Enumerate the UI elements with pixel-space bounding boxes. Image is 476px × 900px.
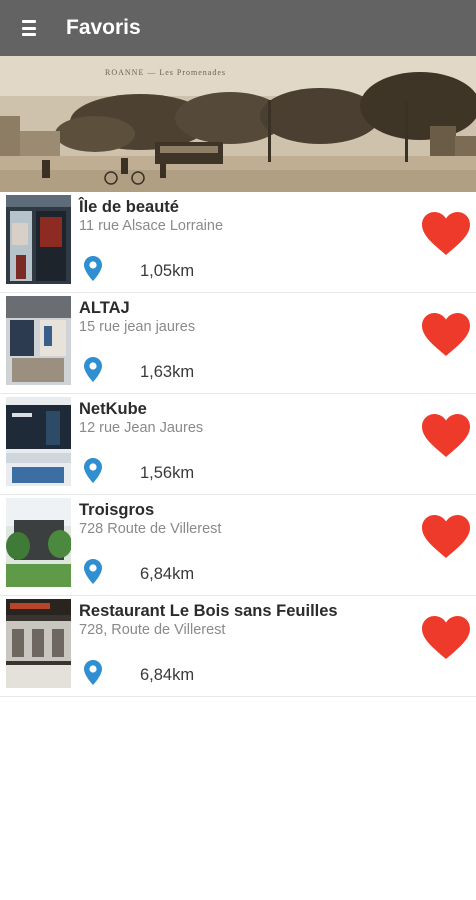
favorite-heart-icon[interactable] [422, 616, 470, 660]
place-address: 15 rue jean jaures [79, 319, 196, 335]
favorites-list: Île de beauté 11 rue Alsace Lorraine 1,0… [0, 192, 476, 697]
place-distance: 1,05km [140, 262, 195, 280]
favorite-heart-icon[interactable] [422, 313, 470, 357]
place-address: 11 rue Alsace Lorraine [79, 218, 224, 234]
place-address: 12 rue Jean Jaures [79, 420, 204, 436]
app-bar: Favoris [0, 0, 476, 56]
place-thumbnail [6, 498, 71, 587]
page-title: Favoris [66, 16, 141, 39]
place-thumbnail [6, 195, 71, 284]
list-item[interactable]: Île de beauté 11 rue Alsace Lorraine 1,0… [0, 192, 476, 293]
place-thumbnail [6, 599, 71, 688]
place-thumbnail [6, 296, 71, 385]
place-distance: 1,63km [140, 363, 195, 381]
list-item[interactable]: NetKube 12 rue Jean Jaures 1,56km [0, 394, 476, 495]
place-name: Troisgros [79, 501, 155, 519]
place-name: ALTAJ [79, 299, 130, 317]
header-banner-image: ROANNE — Les Promenades [0, 56, 476, 192]
favorite-heart-icon[interactable] [422, 515, 470, 559]
location-pin-icon [84, 458, 102, 483]
place-address: 728, Route de Villerest [79, 622, 226, 638]
list-item[interactable]: ALTAJ 15 rue jean jaures 1,63km [0, 293, 476, 394]
location-pin-icon [84, 559, 102, 584]
location-pin-icon [84, 660, 102, 685]
location-pin-icon [84, 256, 102, 281]
place-name: Restaurant Le Bois sans Feuilles [79, 602, 338, 620]
list-item[interactable]: Restaurant Le Bois sans Feuilles 728, Ro… [0, 596, 476, 697]
list-item[interactable]: Troisgros 728 Route de Villerest 6,84km [0, 495, 476, 596]
place-distance: 1,56km [140, 464, 195, 482]
place-name: Île de beauté [79, 198, 179, 216]
place-address: 728 Route de Villerest [79, 521, 222, 537]
favorite-heart-icon[interactable] [422, 212, 470, 256]
hamburger-menu-icon [22, 20, 36, 36]
place-distance: 6,84km [140, 666, 195, 684]
place-name: NetKube [79, 400, 147, 418]
place-distance: 6,84km [140, 565, 195, 583]
place-thumbnail [6, 397, 71, 486]
location-pin-icon [84, 357, 102, 382]
banner-caption: ROANNE — Les Promenades [105, 68, 226, 77]
favorite-heart-icon[interactable] [422, 414, 470, 458]
menu-button[interactable] [0, 0, 58, 56]
